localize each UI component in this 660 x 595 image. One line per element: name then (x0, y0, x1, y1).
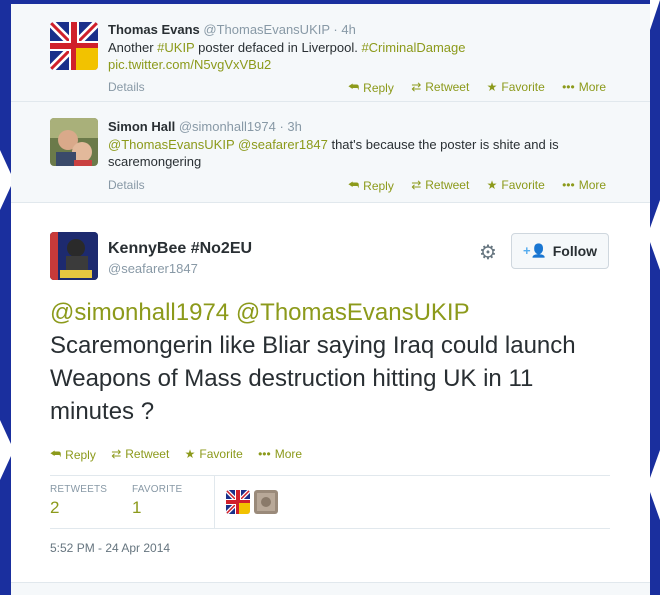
background-flag-fragment (0, 150, 11, 210)
follow-label: Follow (552, 243, 598, 259)
tweet-simon-hall[interactable]: Simon Hall @simonhall1974 · 3h @ThomasEv… (11, 102, 650, 203)
avatar[interactable] (50, 22, 98, 70)
retweet-label: Retweet (425, 80, 470, 94)
more-icon: ••• (258, 447, 271, 461)
background-flag-fragment (650, 450, 660, 520)
retweet-icon: ⇄ (411, 80, 422, 94)
avatar[interactable] (50, 232, 98, 280)
favorites-label: FAVORITE (132, 484, 183, 495)
tweet-text-part: Scaremongerin like Bliar saying Iraq cou… (50, 332, 576, 425)
tweet-author[interactable]: Thomas Evans @ThomasEvansUKIP · 4h (108, 22, 356, 37)
reply-icon: ⮪ (348, 178, 360, 192)
hashtag-link[interactable]: #UKIP (157, 40, 194, 55)
main-tweet-text: @simonhall1974 @ThomasEvansUKIP Scaremon… (50, 296, 610, 428)
stats-divider (214, 476, 215, 528)
retweet-button[interactable]: ⇄ Retweet (411, 80, 469, 94)
reply-button[interactable]: ⮪ Reply (348, 178, 394, 193)
author-name[interactable]: Thomas Evans (108, 22, 200, 37)
gear-icon[interactable]: ⚙ (479, 240, 497, 265)
mention-link[interactable]: @simonhall1974 (50, 299, 229, 326)
retweet-label: Retweet (125, 447, 170, 461)
add-user-icon: +👤 (522, 243, 547, 258)
tweet-text-part: Another (108, 40, 158, 55)
favorites-stat[interactable]: FAVORITE 1 (132, 484, 182, 518)
favorite-label: Favorite (199, 447, 243, 461)
more-button[interactable]: ••• More (562, 80, 606, 94)
follow-button[interactable]: +👤 Follow (511, 233, 609, 269)
reply-area (11, 582, 650, 595)
star-icon: ★ (486, 178, 498, 192)
more-button[interactable]: ••• More (562, 178, 606, 192)
reply-label: Reply (363, 178, 394, 193)
tweet-text: Another #UKIP poster defaced in Liverpoo… (108, 39, 628, 73)
reply-label: Reply (363, 80, 394, 95)
mention-link[interactable]: @seafarer1847 (238, 137, 328, 152)
retweets-label: RETWEETS (50, 484, 108, 495)
tweet-actions: ⮪ Reply ⇄ Retweet ★ Favorite ••• More (334, 80, 606, 95)
star-icon: ★ (184, 447, 196, 461)
tweet-time[interactable]: · 3h (279, 119, 301, 134)
more-icon: ••• (562, 178, 575, 192)
author-handle[interactable]: @ThomasEvansUKIP (203, 22, 329, 37)
more-label: More (578, 178, 607, 192)
reply-label: Reply (65, 447, 96, 462)
more-button[interactable]: ••• More (258, 447, 302, 461)
retweets-count: 2 (50, 498, 60, 517)
favorite-button[interactable]: ★ Favorite (185, 447, 243, 461)
tweet-thomas-evans[interactable]: Thomas Evans @ThomasEvansUKIP · 4h Anoth… (11, 4, 650, 102)
tweet-conversation-panel: Thomas Evans @ThomasEvansUKIP · 4h Anoth… (11, 4, 650, 595)
favorite-label: Favorite (501, 80, 545, 94)
background-flag-fragment (650, 0, 660, 30)
details-link[interactable]: Details (108, 178, 145, 192)
favorite-button[interactable]: ★ Favorite (487, 178, 545, 192)
retweet-icon: ⇄ (411, 178, 422, 192)
retweet-label: Retweet (425, 178, 470, 192)
author-handle[interactable]: @seafarer1847 (108, 261, 198, 276)
avatar[interactable] (50, 118, 98, 166)
author-name[interactable]: KennyBee #No2EU (108, 240, 252, 258)
background-flag-fragment (650, 200, 660, 270)
tweet-actions: ⮪ Reply ⇄ Retweet ★ Favorite ••• More (50, 447, 314, 462)
star-icon: ★ (486, 80, 498, 94)
tweet-time[interactable]: · 4h (333, 22, 355, 37)
reply-icon: ⮪ (50, 447, 62, 461)
retweet-button[interactable]: ⇄ Retweet (111, 447, 169, 461)
avatar[interactable] (226, 490, 250, 514)
favorite-label: Favorite (501, 178, 545, 192)
mention-link[interactable]: @ThomasEvansUKIP (108, 137, 234, 152)
favorites-count: 1 (132, 498, 142, 517)
author-handle[interactable]: @simonhall1974 (179, 119, 276, 134)
more-icon: ••• (562, 80, 575, 94)
retweet-button[interactable]: ⇄ Retweet (411, 178, 469, 192)
more-label: More (578, 80, 607, 94)
favorite-button[interactable]: ★ Favorite (487, 80, 545, 94)
details-link[interactable]: Details (108, 80, 145, 94)
tweet-text: @ThomasEvansUKIP @seafarer1847 that's be… (108, 136, 628, 170)
tweet-timestamp[interactable]: 5:52 PM - 24 Apr 2014 (50, 541, 170, 555)
tweet-text-part: poster defaced in Liverpool. (194, 40, 362, 55)
retweets-stat[interactable]: RETWEETS 2 (50, 484, 107, 518)
background-flag-fragment (0, 420, 11, 480)
reply-button[interactable]: ⮪ Reply (348, 80, 394, 95)
mention-link[interactable]: @ThomasEvansUKIP (236, 299, 470, 326)
media-link[interactable]: pic.twitter.com/N5vgVxVBu2 (108, 57, 271, 72)
reply-button[interactable]: ⮪ Reply (50, 447, 96, 462)
hashtag-link[interactable]: #CriminalDamage (361, 40, 465, 55)
more-label: More (274, 447, 303, 461)
tweet-author[interactable]: Simon Hall @simonhall1974 · 3h (108, 119, 302, 134)
tweet-stats: RETWEETS 2 FAVORITE 1 (50, 475, 610, 529)
retweet-icon: ⇄ (111, 447, 122, 461)
author-name[interactable]: Simon Hall (108, 119, 175, 134)
tweet-actions: ⮪ Reply ⇄ Retweet ★ Favorite ••• More (334, 178, 606, 193)
avatar[interactable] (254, 490, 278, 514)
reply-icon: ⮪ (348, 80, 360, 94)
